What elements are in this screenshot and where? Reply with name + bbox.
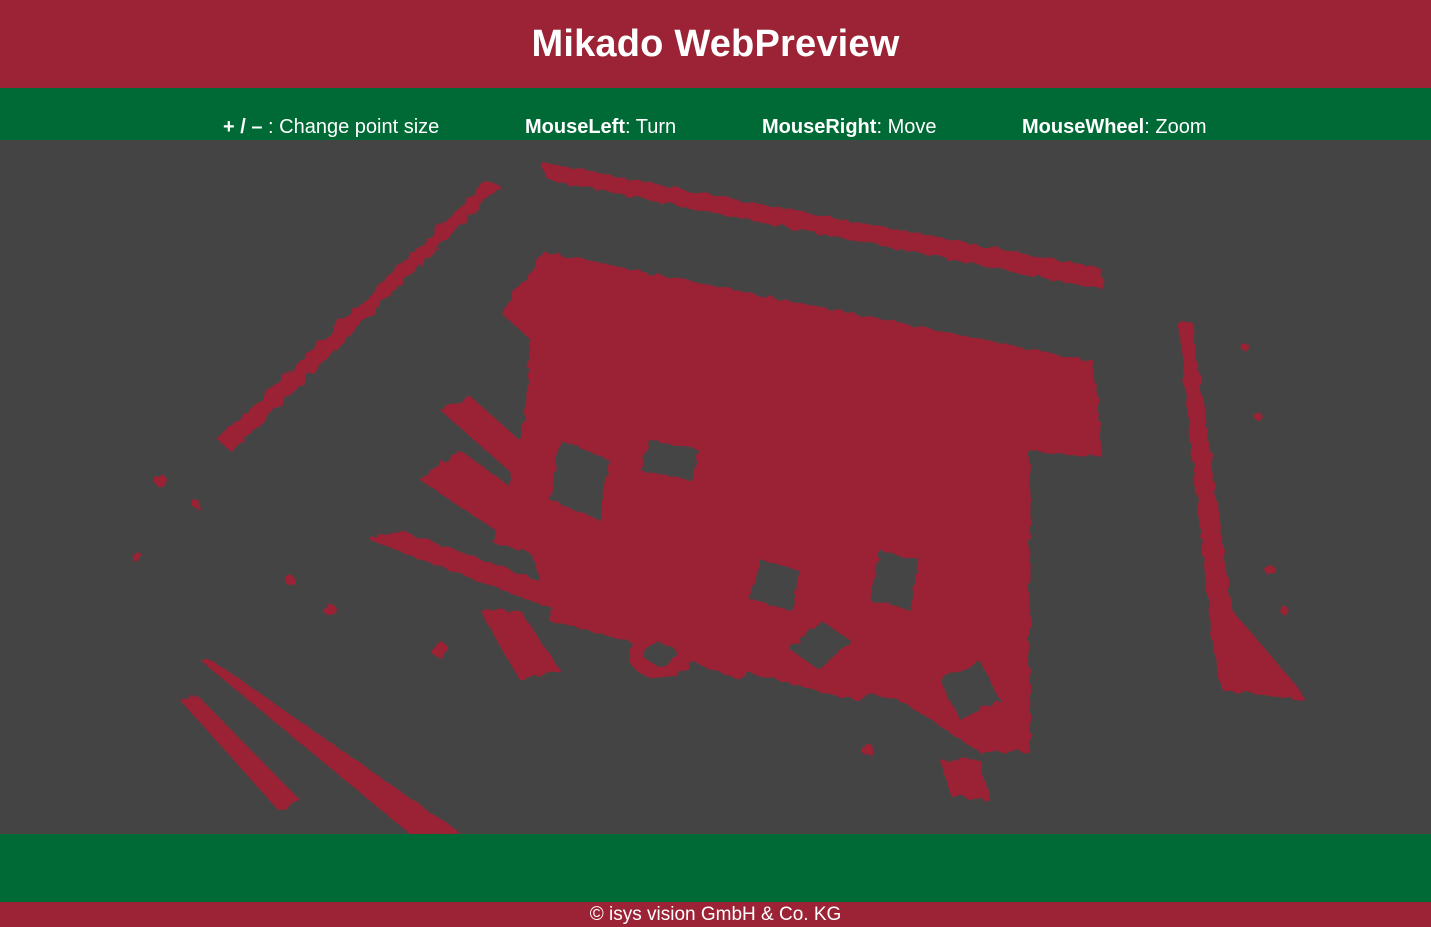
point-cloud-stick-base xyxy=(480,610,560,680)
point-cloud-speck xyxy=(1240,342,1248,350)
controls-help-bar xyxy=(0,88,1431,140)
help-move: MouseRight: Move xyxy=(762,116,936,138)
help-separator: : xyxy=(876,116,888,138)
point-cloud-speck xyxy=(432,642,448,658)
help-separator: : xyxy=(1144,116,1156,138)
help-separator: : xyxy=(262,116,280,138)
point-cloud-speck xyxy=(1265,565,1275,575)
footer: © isys vision GmbH & Co. KG xyxy=(0,902,1431,927)
help-key: MouseWheel xyxy=(1022,116,1145,138)
point-cloud-ring-hole xyxy=(644,643,676,665)
help-key: + / – xyxy=(223,116,263,138)
page-title: Mikado WebPreview xyxy=(531,22,900,65)
help-zoom: MouseWheel: Zoom xyxy=(1022,116,1207,138)
point-cloud-viewer[interactable] xyxy=(0,140,1431,834)
help-key: MouseRight xyxy=(762,116,877,138)
point-cloud-speck xyxy=(133,553,143,563)
point-cloud-canvas[interactable] xyxy=(0,140,1431,834)
help-action: Turn xyxy=(635,116,677,138)
point-cloud-speck xyxy=(1280,606,1288,614)
help-action: Zoom xyxy=(1155,116,1207,138)
point-cloud-speck xyxy=(192,500,200,508)
point-cloud-speck xyxy=(862,744,874,756)
help-turn: MouseLeft: Turn xyxy=(525,116,676,138)
point-cloud-speck xyxy=(154,474,166,486)
app-header: Mikado WebPreview xyxy=(0,0,1431,88)
help-action: Move xyxy=(887,116,937,138)
point-cloud-rail-right xyxy=(1178,320,1306,700)
point-cloud-speck xyxy=(1254,412,1262,420)
point-cloud-speck xyxy=(324,604,336,616)
help-action: Change point size xyxy=(279,116,440,138)
point-cloud-speck xyxy=(285,575,295,585)
help-key: MouseLeft xyxy=(525,116,625,138)
copyright-text: © isys vision GmbH & Co. KG xyxy=(589,903,842,925)
bottom-bar xyxy=(0,834,1431,902)
help-point-size: + / – : Change point size xyxy=(223,116,439,138)
point-cloud-stick-tail xyxy=(940,760,990,800)
point-cloud xyxy=(133,162,1306,834)
help-separator: : xyxy=(625,116,636,138)
